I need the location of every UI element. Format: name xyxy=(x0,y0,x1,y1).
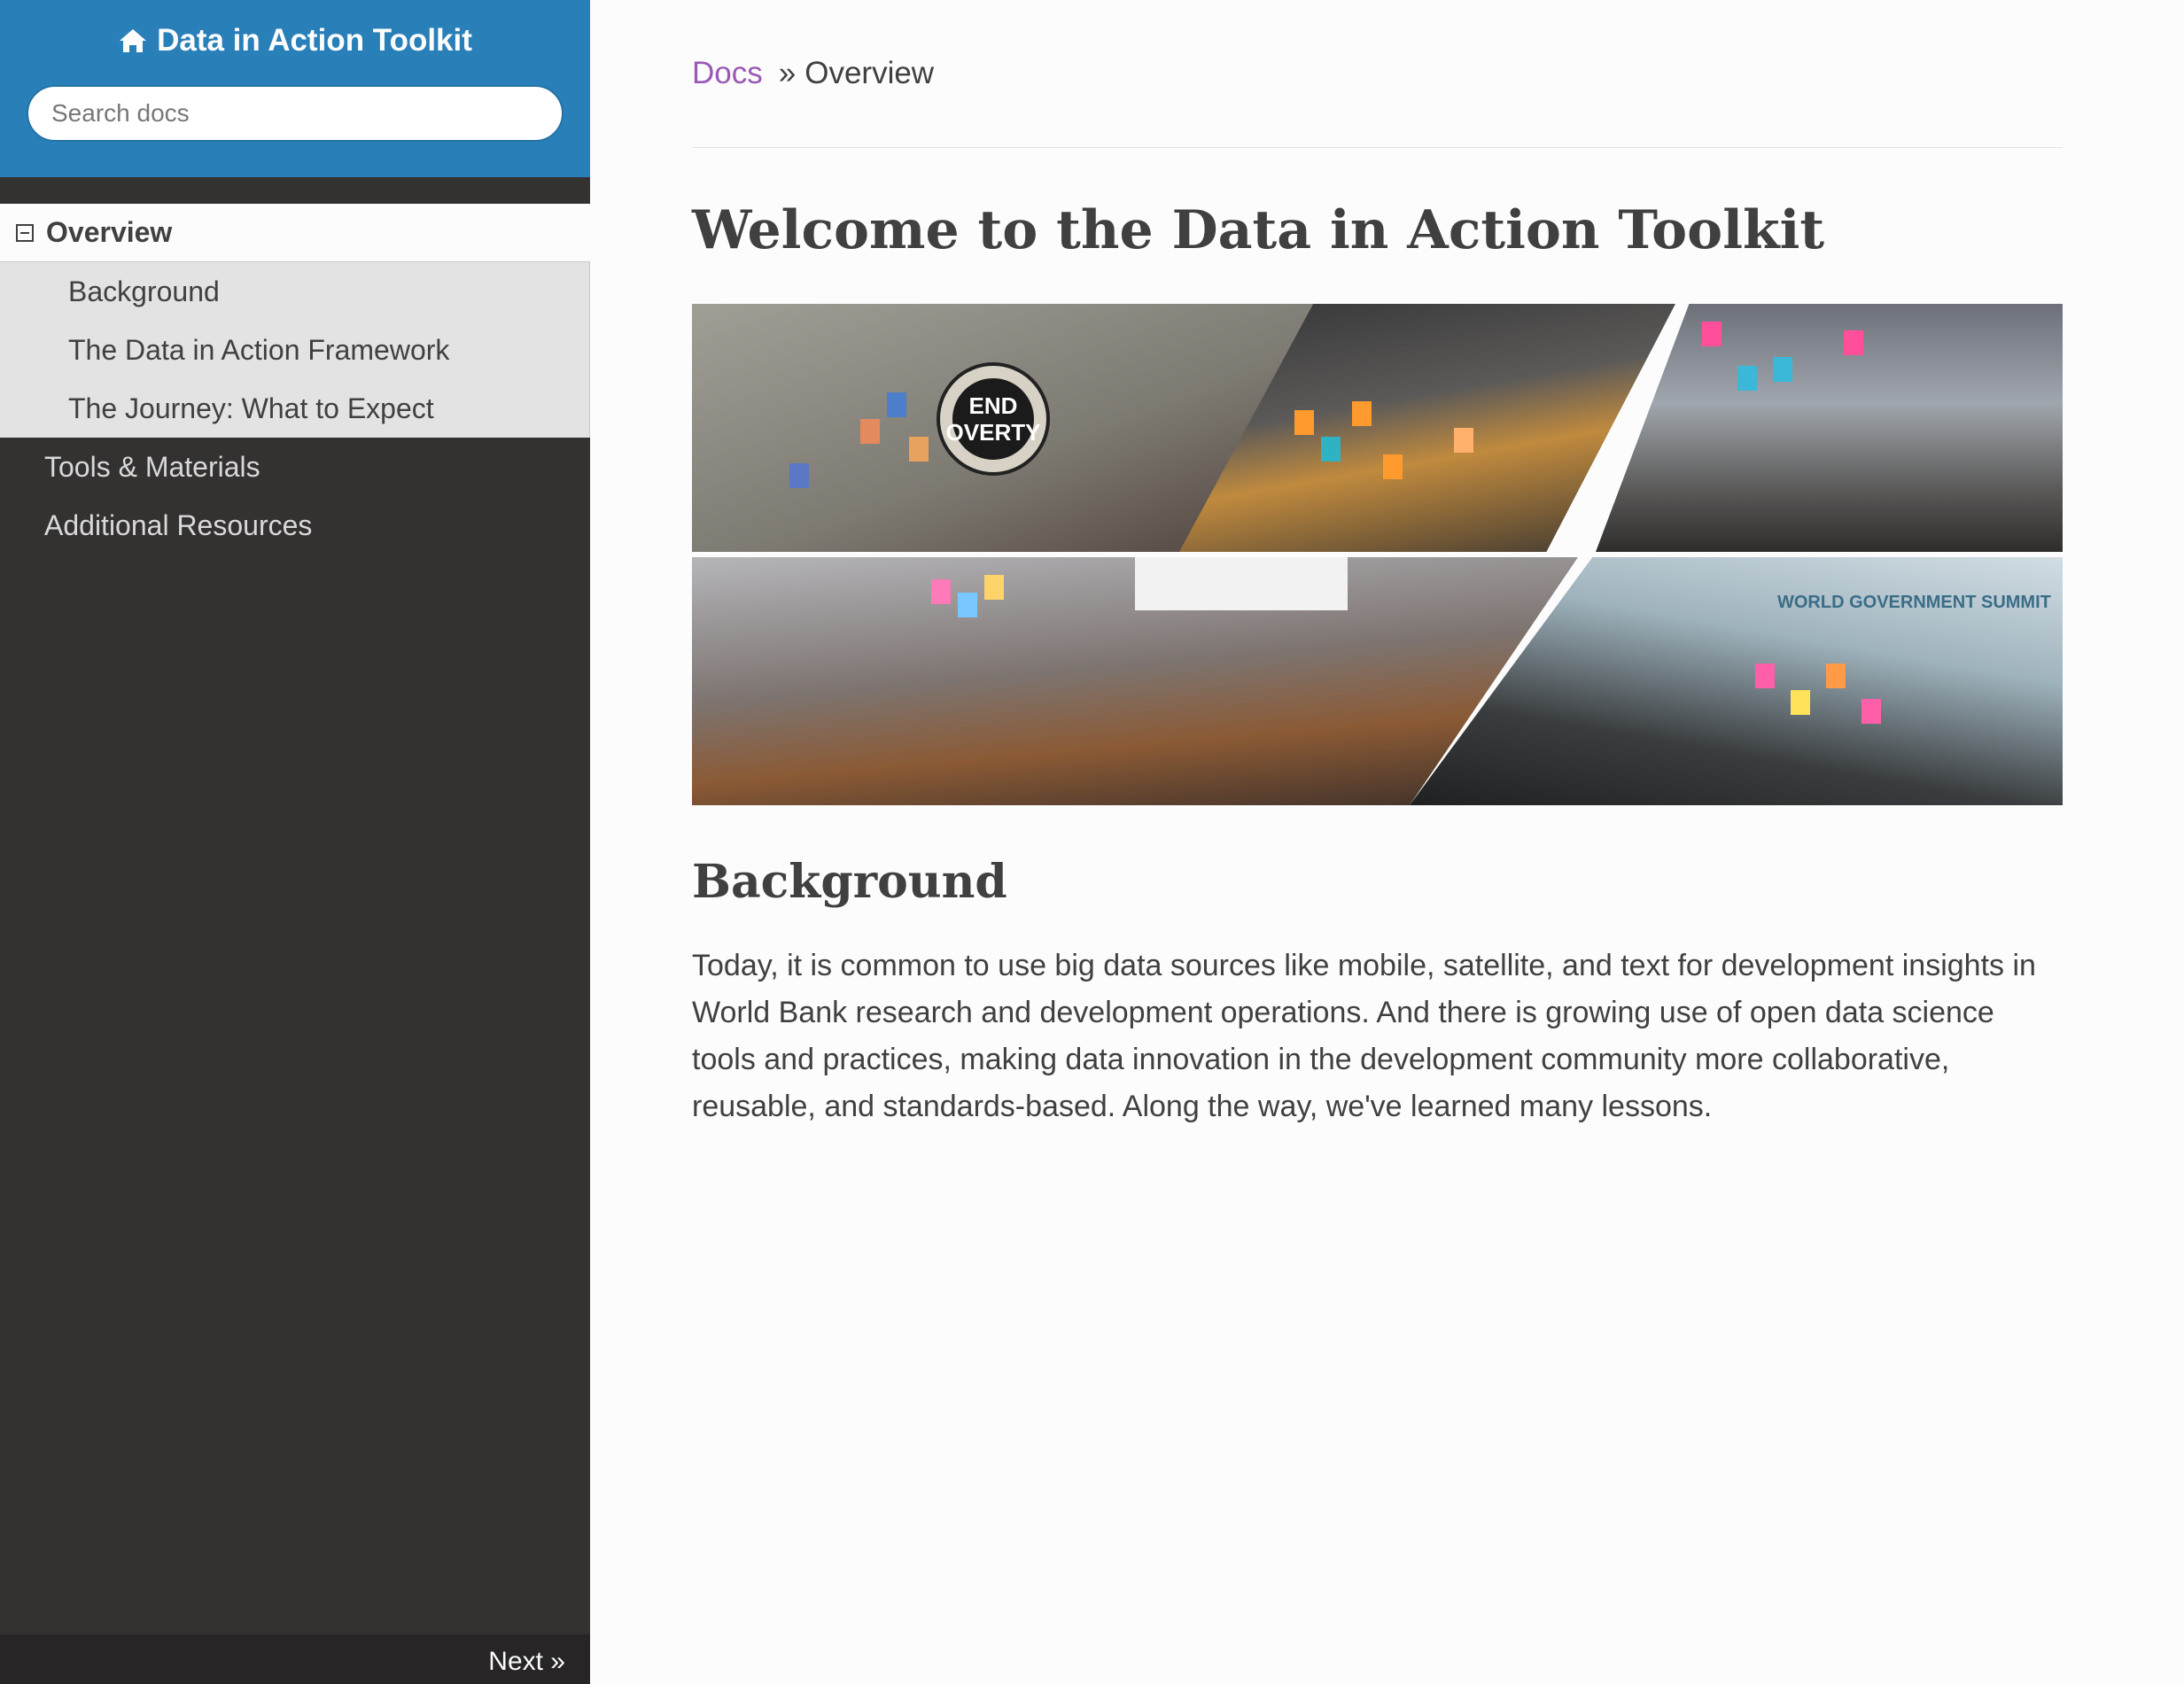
nav-subitem-journey[interactable]: The Journey: What to Expect xyxy=(0,379,589,438)
sidebar: Data in Action Toolkit Overview Backgrou… xyxy=(0,0,590,1684)
breadcrumb-separator: » xyxy=(778,56,797,90)
breadcrumb-current: Overview xyxy=(804,56,935,90)
collapse-icon[interactable] xyxy=(16,223,34,242)
photo-collage: END OVERTY WORLD GOVERNMENT SUMMIT xyxy=(692,304,2063,805)
summit-banner-text: WORLD GOVERNMENT SUMMIT xyxy=(1777,593,2051,612)
sidebar-header: Data in Action Toolkit xyxy=(0,0,590,177)
nav-item-tools[interactable]: Tools & Materials xyxy=(0,438,590,496)
search-input[interactable] xyxy=(27,85,563,142)
nav-item-overview-label: Overview xyxy=(46,216,173,248)
section-heading-background: Background xyxy=(692,855,1007,909)
workshop-photo-3 xyxy=(1596,304,2063,552)
main-content: Docs » Overview Welcome to the Data in A… xyxy=(692,0,2063,1160)
breadcrumb-divider xyxy=(692,147,2063,148)
collage-row-top: END OVERTY xyxy=(692,304,2063,552)
background-paragraph: Today, it is common to use big data sour… xyxy=(692,949,2036,1124)
end-poverty-sign: END OVERTY xyxy=(940,366,1046,472)
nav-item-resources[interactable]: Additional Resources xyxy=(0,496,590,555)
breadcrumb: Docs » Overview xyxy=(692,53,2063,94)
nav-submenu: Background The Data in Action Framework … xyxy=(0,262,590,438)
nav-subitem-background[interactable]: Background xyxy=(0,262,589,321)
home-icon xyxy=(118,27,148,54)
nav-item-overview[interactable]: Overview xyxy=(0,204,590,262)
sidebar-gap xyxy=(0,177,590,204)
nav-subitem-framework[interactable]: The Data in Action Framework xyxy=(0,321,589,379)
breadcrumb-docs-link[interactable]: Docs xyxy=(692,56,763,91)
brand-title: Data in Action Toolkit xyxy=(157,23,472,58)
nav-menu: Overview Background The Data in Action F… xyxy=(0,204,590,555)
collage-row-bottom: WORLD GOVERNMENT SUMMIT xyxy=(692,557,2063,805)
brand-link[interactable]: Data in Action Toolkit xyxy=(118,23,472,58)
page-title: Welcome to the Data in Action Toolkit xyxy=(692,199,1825,261)
next-link[interactable]: Next » xyxy=(0,1634,590,1684)
